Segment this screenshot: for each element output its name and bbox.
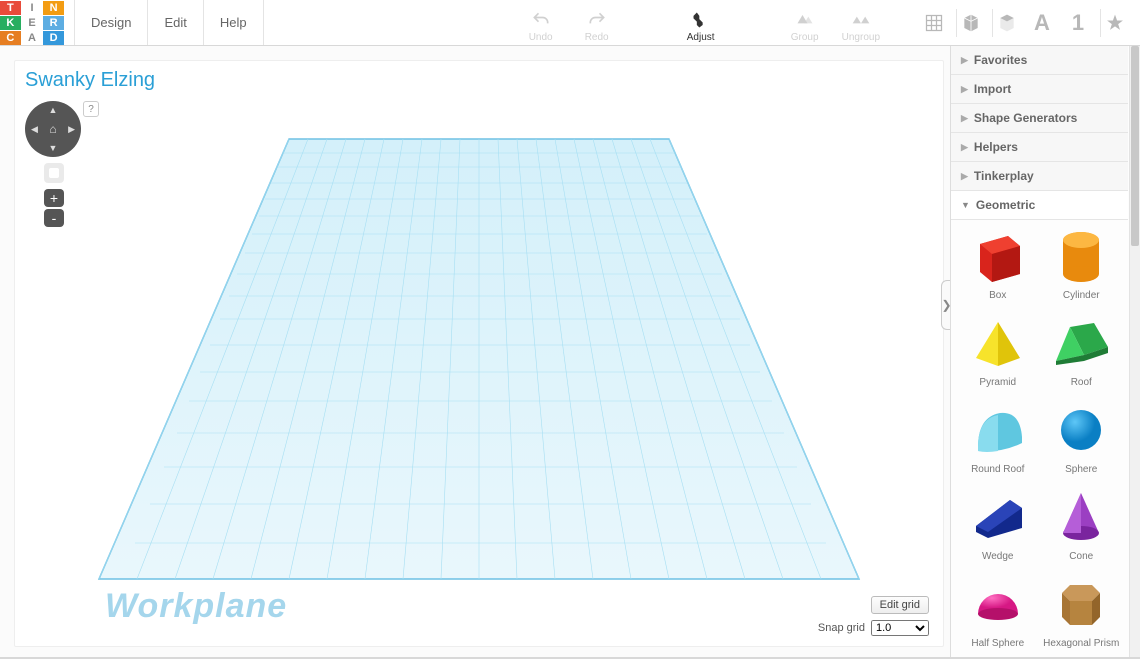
- category-label: Tinkerplay: [974, 169, 1034, 183]
- number-tool[interactable]: 1: [1064, 10, 1092, 36]
- shape-round-roof[interactable]: Round Roof: [959, 400, 1037, 475]
- workplane-label: Workplane: [105, 587, 287, 626]
- hole-icon[interactable]: [992, 9, 1020, 37]
- chevron-down-icon: ▼: [961, 200, 970, 210]
- workspace: Swanky Elzing ▲ ▼ ◀ ▶ ⌂ ? + -: [0, 46, 950, 657]
- help-button[interactable]: ?: [83, 101, 99, 117]
- adjust-button[interactable]: Adjust: [682, 10, 720, 43]
- orbit-down-icon[interactable]: ▼: [49, 143, 58, 153]
- snap-grid-control: Snap grid 1.0: [818, 620, 929, 636]
- shape-hexagonal-prism[interactable]: Hexagonal Prism: [1043, 574, 1121, 649]
- adjust-icon: [691, 10, 711, 30]
- edit-grid-button[interactable]: Edit grid: [871, 596, 929, 614]
- shape-grid: Box Cylinder Pyramid Roof: [951, 220, 1128, 655]
- shape-panel: ▶ Favorites ▶ Import ▶ Shape Generators ▶ He…: [950, 46, 1140, 657]
- snap-grid-select[interactable]: 1.0: [871, 620, 929, 636]
- shape-half-sphere[interactable]: Half Sphere: [959, 574, 1037, 649]
- ungroup-icon: [851, 10, 871, 30]
- category-label: Geometric: [976, 198, 1035, 212]
- app-logo[interactable]: TIN KER CAD: [0, 1, 64, 45]
- workplane-icon[interactable]: [920, 9, 948, 37]
- orbit-up-icon[interactable]: ▲: [49, 105, 58, 115]
- view-orbit-control[interactable]: ▲ ▼ ◀ ▶ ⌂: [25, 101, 81, 157]
- chevron-right-icon: ▶: [961, 113, 968, 124]
- redo-icon: [587, 10, 607, 30]
- snap-grid-label: Snap grid: [818, 622, 865, 634]
- scrollbar-thumb[interactable]: [1131, 46, 1139, 246]
- undo-button[interactable]: Undo: [522, 10, 560, 43]
- shape-label: Box: [989, 290, 1006, 301]
- undo-label: Undo: [529, 32, 553, 43]
- chevron-right-icon: ▶: [961, 171, 968, 182]
- shape-roof[interactable]: Roof: [1043, 313, 1121, 388]
- zoom-in-button[interactable]: +: [44, 189, 64, 207]
- shape-wedge[interactable]: Wedge: [959, 487, 1037, 562]
- group-button[interactable]: Group: [786, 10, 824, 43]
- shape-label: Round Roof: [971, 464, 1024, 475]
- home-view-icon[interactable]: ⌂: [49, 122, 56, 136]
- category-tinkerplay[interactable]: ▶ Tinkerplay: [951, 162, 1128, 191]
- workplane-grid: [15, 61, 943, 646]
- project-title[interactable]: Swanky Elzing: [25, 69, 155, 92]
- zoom-controls: + -: [44, 189, 64, 227]
- category-helpers[interactable]: ▶ Helpers: [951, 133, 1128, 162]
- shape-label: Pyramid: [979, 377, 1016, 388]
- category-favorites[interactable]: ▶ Favorites: [951, 46, 1128, 75]
- star-icon[interactable]: [1100, 9, 1128, 37]
- menu-help[interactable]: Help: [204, 0, 264, 45]
- redo-button[interactable]: Redo: [578, 10, 616, 43]
- shape-pyramid[interactable]: Pyramid: [959, 313, 1037, 388]
- ungroup-button[interactable]: Ungroup: [842, 10, 880, 43]
- toolbar-right: A 1: [920, 9, 1132, 37]
- shape-box[interactable]: Box: [959, 226, 1037, 301]
- orbit-right-icon[interactable]: ▶: [68, 124, 75, 135]
- ungroup-label: Ungroup: [842, 32, 880, 43]
- group-label: Group: [791, 32, 819, 43]
- letter-tool[interactable]: A: [1028, 10, 1056, 36]
- top-bar: TIN KER CAD Design Edit Help Undo Redo A…: [0, 0, 1140, 46]
- category-geometric[interactable]: ▼ Geometric: [951, 191, 1128, 220]
- orbit-left-icon[interactable]: ◀: [31, 124, 38, 135]
- redo-label: Redo: [585, 32, 609, 43]
- category-label: Shape Generators: [974, 111, 1077, 125]
- adjust-label: Adjust: [687, 32, 715, 43]
- undo-icon: [531, 10, 551, 30]
- category-label: Import: [974, 82, 1011, 96]
- shape-label: Wedge: [982, 551, 1014, 562]
- shape-cone[interactable]: Cone: [1043, 487, 1121, 562]
- chevron-right-icon: ▶: [961, 55, 968, 66]
- shape-label: Hexagonal Prism: [1043, 638, 1119, 649]
- solid-icon[interactable]: [956, 9, 984, 37]
- zoom-out-button[interactable]: -: [44, 209, 64, 227]
- shape-label: Half Sphere: [971, 638, 1024, 649]
- shape-label: Cylinder: [1063, 290, 1100, 301]
- panel-scrollbar[interactable]: [1129, 46, 1140, 657]
- toolbar-center: Undo Redo Adjust Group Ungroup: [522, 0, 880, 45]
- shape-label: Cone: [1069, 551, 1093, 562]
- group-icon: [795, 10, 815, 30]
- category-import[interactable]: ▶ Import: [951, 75, 1128, 104]
- fit-view-button[interactable]: [44, 163, 64, 183]
- chevron-right-icon: ▶: [961, 84, 968, 95]
- shape-label: Roof: [1071, 377, 1092, 388]
- main-menu: Design Edit Help: [74, 0, 264, 45]
- menu-edit[interactable]: Edit: [148, 0, 203, 45]
- shape-sphere[interactable]: Sphere: [1043, 400, 1121, 475]
- menu-design[interactable]: Design: [74, 0, 148, 45]
- category-label: Helpers: [974, 140, 1018, 154]
- shape-cylinder[interactable]: Cylinder: [1043, 226, 1121, 301]
- shape-label: Sphere: [1065, 464, 1097, 475]
- category-shape-generators[interactable]: ▶ Shape Generators: [951, 104, 1128, 133]
- canvas[interactable]: Swanky Elzing ▲ ▼ ◀ ▶ ⌂ ? + -: [14, 60, 944, 647]
- category-label: Favorites: [974, 53, 1027, 67]
- chevron-right-icon: ▶: [961, 142, 968, 153]
